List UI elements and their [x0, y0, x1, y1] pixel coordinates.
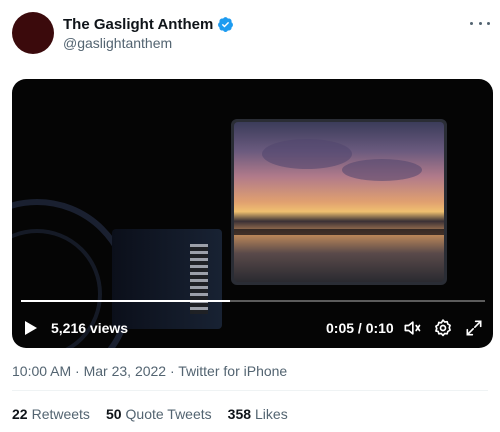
likes-count: 358 — [227, 406, 252, 422]
likes-label: Likes — [255, 406, 288, 422]
likes-stat[interactable]: 358 Likes — [228, 406, 288, 422]
avatar[interactable] — [12, 12, 54, 54]
tweet-header: The Gaslight Anthem @gaslightanthem — [12, 12, 492, 56]
progress-bar[interactable] — [21, 300, 485, 302]
quote-tweets-stat[interactable]: 50 Quote Tweets — [106, 406, 212, 422]
retweets-label: Retweets — [31, 406, 90, 422]
video-controls: 5,216 views 0:05 / 0:10 — [12, 315, 493, 341]
quote-tweets-label: Quote Tweets — [125, 406, 212, 422]
tweet-timestamp[interactable]: 10:00 AM · Mar 23, 2022 · Twitter for iP… — [12, 363, 287, 379]
handle[interactable]: @gaslightanthem — [63, 35, 172, 51]
play-icon[interactable] — [25, 321, 37, 335]
engagement-stats: 22 Retweets 50 Quote Tweets 358 Likes — [12, 406, 304, 422]
more-options-icon[interactable] — [470, 14, 490, 32]
divider — [12, 390, 488, 391]
projector-lens — [190, 244, 208, 314]
playback-time: 0:05 / 0:10 — [326, 320, 394, 336]
fullscreen-icon[interactable] — [464, 318, 484, 338]
verified-badge-icon — [218, 17, 234, 32]
volume-icon[interactable] — [402, 318, 422, 338]
cloud-shape — [262, 139, 352, 169]
view-count: 5,216 views — [51, 320, 129, 336]
horizon-line — [234, 229, 444, 235]
author-name-row: The Gaslight Anthem — [63, 16, 234, 33]
cloud-shape — [342, 159, 422, 181]
video-player[interactable]: 5,216 views 0:05 / 0:10 — [12, 79, 493, 348]
quote-tweets-count: 50 — [105, 406, 122, 422]
display-name[interactable]: The Gaslight Anthem — [63, 16, 213, 33]
settings-icon[interactable] — [433, 318, 453, 338]
progress-fill — [21, 300, 230, 302]
retweets-count: 22 — [12, 406, 28, 422]
retweets-stat[interactable]: 22 Retweets — [12, 406, 90, 422]
